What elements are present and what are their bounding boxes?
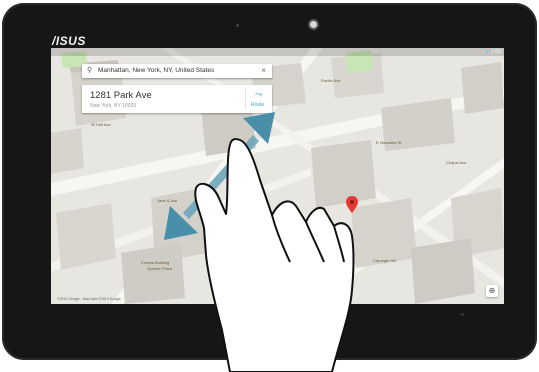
status-right: ▼ 1:05 — [484, 49, 501, 55]
status-bar: ● ▼ 1:05 — [51, 48, 504, 56]
map-label: Pacific Ave — [321, 78, 341, 83]
place-subtitle: New York, NY 10029 — [90, 103, 137, 109]
indicator-dot — [461, 313, 464, 316]
tablet-screen[interactable]: ● ▼ 1:05 W Holt Ave Pacific Ave E Hiawat… — [51, 48, 504, 304]
map-label: Jane & Ave — [157, 198, 178, 203]
map-label: Carnegie Hill — [373, 258, 396, 263]
map-label: Spectre Plaza — [147, 266, 172, 271]
divider — [245, 89, 246, 109]
map-label: E Hiawatha St — [376, 140, 402, 145]
map-footer: ©2013 Google · Map data ©2013 Google — [57, 297, 121, 301]
close-icon[interactable]: × — [261, 64, 266, 78]
brand-logo: /ISUS — [52, 34, 86, 48]
my-location-button[interactable]: ⊕ — [486, 285, 498, 297]
route-icon[interactable]: ⤳ — [255, 89, 262, 100]
notification-icon: ● — [54, 49, 58, 55]
search-input[interactable]: Manhattan, New York, NY, United States — [98, 64, 214, 78]
wifi-icon: ▼ — [484, 49, 490, 55]
search-bar[interactable]: ⚲ Manhattan, New York, NY, United States… — [82, 64, 272, 78]
light-sensor — [236, 24, 239, 27]
place-title: 1281 Park Ave — [90, 90, 152, 101]
search-icon: ⚲ — [87, 67, 93, 74]
map-label: Central Building — [141, 260, 170, 265]
indicator-dot — [247, 314, 250, 317]
route-button[interactable]: Route — [251, 102, 264, 108]
place-card[interactable]: 1281 Park Ave New York, NY 10029 ⤳ Route — [82, 85, 272, 113]
map-label: Chapel Ave — [446, 160, 467, 165]
front-camera — [310, 21, 317, 28]
map-label: W Holt Ave — [91, 122, 111, 127]
